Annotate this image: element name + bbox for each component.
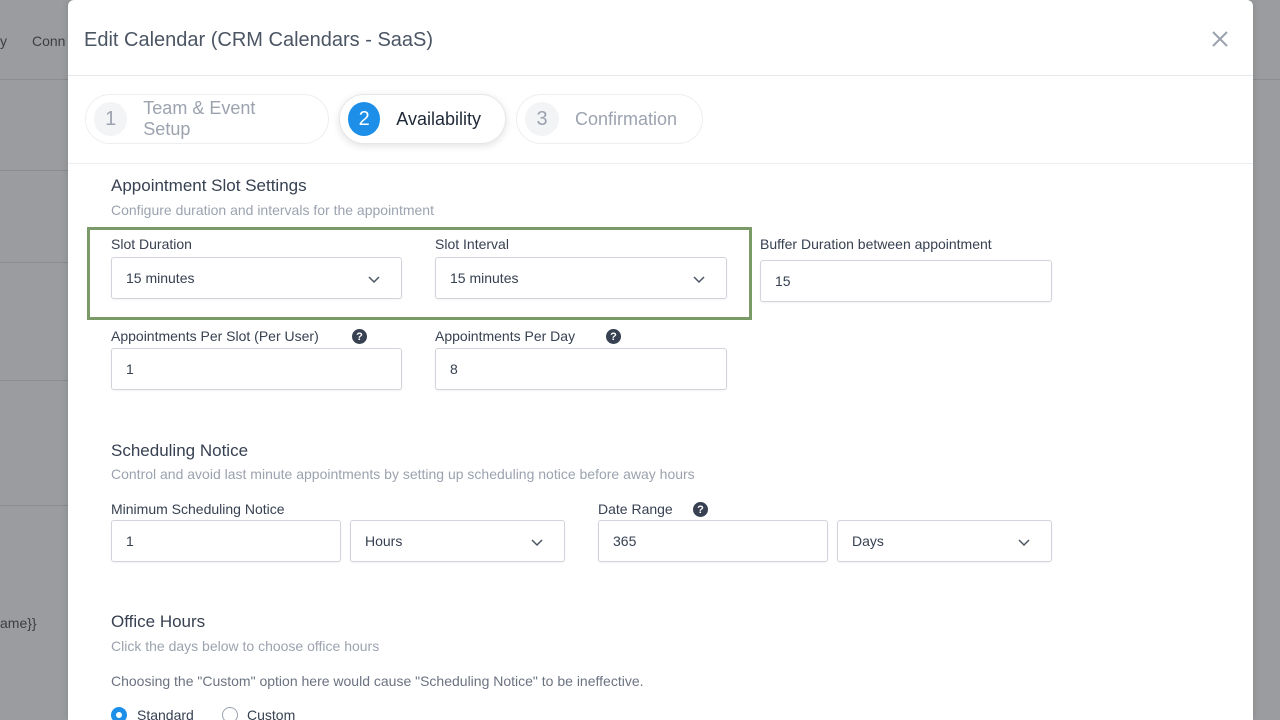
chevron-down-icon <box>1018 539 1030 547</box>
background-divider <box>0 262 68 263</box>
edit-calendar-modal: Edit Calendar (CRM Calendars - SaaS) 1 T… <box>68 0 1253 720</box>
modal-title: Edit Calendar (CRM Calendars - SaaS) <box>84 29 434 51</box>
date-range-unit-select[interactable]: Days <box>837 520 1052 562</box>
slot-interval-value: 15 minutes <box>450 270 519 286</box>
step-team-event-setup[interactable]: 1 Team & Event Setup <box>85 94 329 144</box>
per-slot-label: Appointments Per Slot (Per User) <box>111 328 319 344</box>
background-nav-fragment: y <box>0 33 7 49</box>
date-range-unit-value: Days <box>852 533 884 549</box>
min-notice-unit-value: Hours <box>365 533 403 549</box>
slot-interval-select[interactable]: 15 minutes <box>435 257 727 299</box>
buffer-duration-value: 15 <box>775 273 791 289</box>
step-label: Confirmation <box>575 108 678 129</box>
per-day-value: 8 <box>450 361 458 377</box>
background-divider <box>0 380 68 381</box>
slot-duration-value: 15 minutes <box>126 270 195 286</box>
min-notice-value: 1 <box>126 533 134 549</box>
background-divider <box>0 505 68 506</box>
per-slot-input[interactable]: 1 <box>111 348 402 390</box>
chevron-down-icon <box>368 276 380 284</box>
buffer-duration-input[interactable]: 15 <box>760 260 1052 302</box>
office-hours-title: Office Hours <box>111 612 206 631</box>
modal-header: Edit Calendar (CRM Calendars - SaaS) <box>68 0 1253 76</box>
stepper: 1 Team & Event Setup 2 Availability 3 Co… <box>68 76 1253 164</box>
slot-settings-subtitle: Configure duration and intervals for the… <box>111 202 434 218</box>
buffer-duration-label: Buffer Duration between appointment <box>760 236 992 252</box>
step-number: 1 <box>94 102 128 136</box>
date-range-input[interactable]: 365 <box>598 520 828 562</box>
slot-duration-label: Slot Duration <box>111 236 192 252</box>
slot-duration-select[interactable]: 15 minutes <box>111 257 402 299</box>
step-confirmation[interactable]: 3 Confirmation <box>516 94 703 144</box>
step-label: Team & Event Setup <box>143 98 256 139</box>
min-notice-label: Minimum Scheduling Notice <box>111 501 285 517</box>
help-icon[interactable]: ? <box>606 329 621 344</box>
close-icon <box>1212 31 1228 47</box>
slot-interval-label: Slot Interval <box>435 236 509 252</box>
date-range-label: Date Range <box>598 501 673 517</box>
min-notice-unit-select[interactable]: Hours <box>350 520 565 562</box>
scheduling-notice-title: Scheduling Notice <box>111 441 249 460</box>
close-button[interactable] <box>1209 28 1231 50</box>
step-number: 3 <box>525 102 559 136</box>
radio-custom-label: Custom <box>247 707 296 720</box>
background-divider <box>0 170 68 171</box>
per-day-input[interactable]: 8 <box>435 348 727 390</box>
chevron-down-icon <box>531 539 543 547</box>
step-label: Availability <box>396 108 481 129</box>
help-icon[interactable]: ? <box>693 502 708 517</box>
radio-standard[interactable] <box>111 707 127 720</box>
step-number: 2 <box>348 102 381 136</box>
radio-standard-label: Standard <box>137 707 194 720</box>
min-notice-input[interactable]: 1 <box>111 520 341 562</box>
office-hours-subtitle: Click the days below to choose office ho… <box>111 638 380 654</box>
per-slot-value: 1 <box>126 361 134 377</box>
background-text-fragment: ame}} <box>0 615 37 631</box>
per-day-label: Appointments Per Day <box>435 328 576 344</box>
scheduling-notice-subtitle: Control and avoid last minute appointmen… <box>111 466 695 482</box>
step-availability[interactable]: 2 Availability <box>339 94 506 144</box>
chevron-down-icon <box>693 276 705 284</box>
radio-custom[interactable] <box>222 707 238 720</box>
date-range-value: 365 <box>613 533 637 549</box>
office-hours-note: Choosing the "Custom" option here would … <box>111 673 644 689</box>
help-icon[interactable]: ? <box>352 329 367 344</box>
slot-settings-title: Appointment Slot Settings <box>111 176 307 195</box>
background-nav-fragment: Conn <box>32 33 66 49</box>
